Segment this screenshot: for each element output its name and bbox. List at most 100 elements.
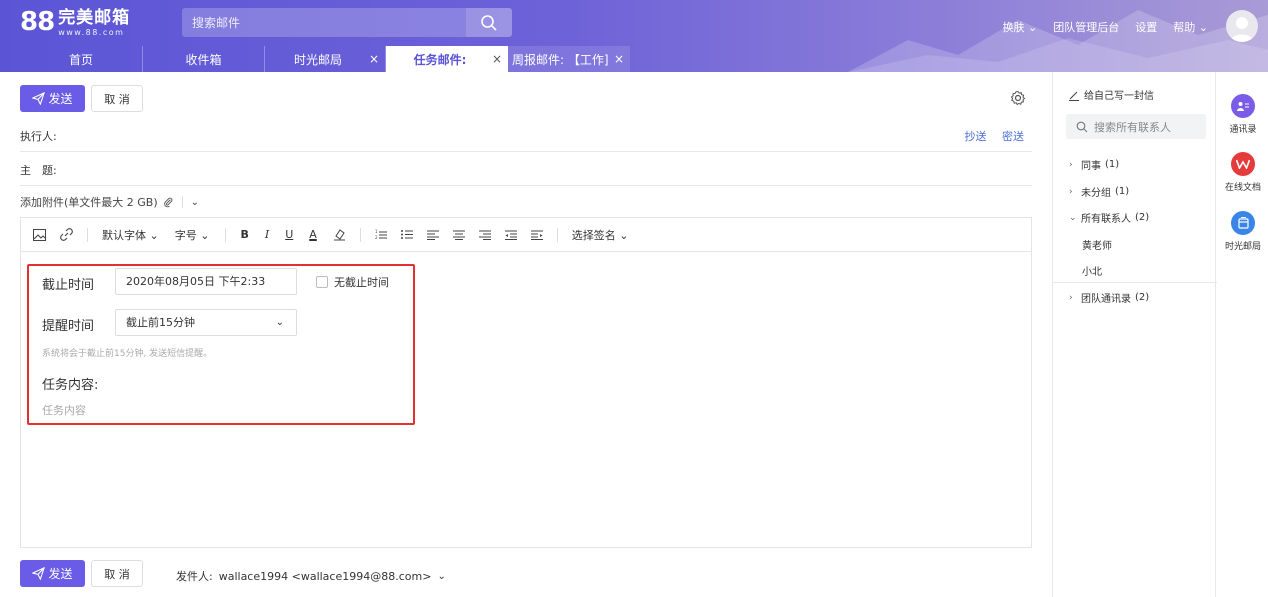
italic-button[interactable]: I bbox=[265, 228, 269, 241]
contact-group-all[interactable]: ⌄ 所有联系人 (2) bbox=[1069, 210, 1149, 225]
executor-label: 执行人: bbox=[20, 130, 57, 143]
no-deadline-checkbox[interactable]: 无截止时间 bbox=[316, 274, 389, 290]
font-color-button[interactable]: A bbox=[309, 228, 317, 241]
subject-row[interactable]: 主 题: bbox=[20, 162, 1032, 186]
chevron-right-icon: › bbox=[1069, 186, 1073, 197]
align-center-icon[interactable] bbox=[452, 227, 465, 243]
search-button[interactable] bbox=[466, 8, 512, 37]
tab-task-mail[interactable]: 任务邮件: × bbox=[386, 46, 508, 72]
paper-plane-icon bbox=[32, 567, 46, 580]
underline-button[interactable]: U bbox=[285, 228, 293, 241]
write-to-self-link[interactable]: 给自己写一封信 bbox=[1068, 87, 1154, 102]
cc-link[interactable]: 抄送 bbox=[965, 130, 987, 143]
indent-increase-icon[interactable] bbox=[530, 227, 543, 243]
chevron-right-icon: › bbox=[1069, 292, 1073, 303]
app-time-mailbox[interactable]: 时光邮局 bbox=[1218, 211, 1268, 252]
search-icon bbox=[1076, 121, 1088, 132]
contacts-panel: 给自己写一封信 搜索所有联系人 › 同事 (1) › 未分组 (1) ⌄ 所有联… bbox=[1052, 72, 1217, 597]
app-logo[interactable]: 88 完美邮箱 www.88.com bbox=[20, 8, 130, 37]
team-admin-link[interactable]: 团队管理后台 bbox=[1053, 19, 1119, 35]
settings-link[interactable]: 设置 bbox=[1135, 19, 1157, 35]
chevron-down-icon: ⌄ bbox=[437, 570, 446, 582]
task-content-label: 任务内容: bbox=[42, 378, 99, 393]
tab-inbox[interactable]: 收件箱 bbox=[143, 46, 265, 72]
contacts-icon bbox=[1231, 94, 1255, 118]
task-content-input[interactable]: 任务内容 bbox=[42, 402, 86, 418]
user-avatar[interactable] bbox=[1226, 10, 1258, 42]
tab-weekly-report[interactable]: 周报邮件: 【工作] × bbox=[508, 46, 630, 72]
task-settings-box: 截止时间 2020年08月05日 下午2:33 无截止时间 提醒时间 截止前15… bbox=[27, 264, 415, 425]
link-icon[interactable] bbox=[60, 227, 73, 243]
tab-time-mailbox[interactable]: 时光邮局 × bbox=[265, 46, 386, 72]
subject-label: 主 题: bbox=[20, 164, 57, 177]
contact-group-team[interactable]: › 团队通讯录 (2) bbox=[1069, 290, 1149, 305]
send-button-bottom[interactable]: 发送 bbox=[20, 560, 85, 587]
signature-select[interactable]: 选择签名 ⌄ bbox=[572, 227, 629, 243]
gear-icon[interactable] bbox=[1010, 90, 1026, 106]
svg-text:2: 2 bbox=[375, 235, 378, 240]
close-icon[interactable]: × bbox=[369, 52, 379, 66]
align-left-icon[interactable] bbox=[426, 227, 439, 243]
add-attachment-link[interactable]: 添加附件(单文件最大 2 GB) bbox=[20, 194, 158, 210]
app-online-docs[interactable]: 在线文档 bbox=[1218, 152, 1268, 193]
bold-button[interactable]: B bbox=[240, 228, 248, 241]
send-button[interactable]: 发送 bbox=[20, 85, 85, 112]
top-nav: 换肤 ⌄ 团队管理后台 设置 帮助 ⌄ bbox=[987, 19, 1208, 35]
skin-menu[interactable]: 换肤 ⌄ bbox=[1003, 19, 1038, 35]
attach-row: 添加附件(单文件最大 2 GB) ⌄ bbox=[20, 194, 199, 210]
app-header: 88 完美邮箱 www.88.com 换肤 ⌄ 团队管理后台 设置 帮助 ⌄ 首… bbox=[0, 0, 1268, 72]
toolbar-divider bbox=[359, 227, 361, 242]
chevron-down-icon[interactable]: ⌄ bbox=[191, 197, 199, 208]
app-contacts[interactable]: 通讯录 bbox=[1218, 94, 1268, 135]
bullet-list-icon[interactable] bbox=[400, 227, 413, 243]
chevron-down-icon: ⌄ bbox=[1069, 212, 1077, 223]
close-icon[interactable]: × bbox=[614, 52, 624, 66]
indent-decrease-icon[interactable] bbox=[504, 227, 517, 243]
contact-group-ungrouped[interactable]: › 未分组 (1) bbox=[1069, 184, 1129, 199]
executor-row[interactable]: 执行人: 抄送 密送 bbox=[20, 128, 1032, 152]
divider bbox=[181, 196, 183, 208]
contact-item[interactable]: 黄老师 bbox=[1082, 237, 1112, 252]
mail-search-input[interactable] bbox=[182, 8, 466, 37]
wps-icon bbox=[1231, 152, 1255, 176]
side-apps: 通讯录 在线文档 时光邮局 bbox=[1218, 72, 1268, 597]
font-size-select[interactable]: 字号 ⌄ bbox=[175, 227, 210, 243]
mail-search bbox=[182, 8, 512, 37]
pencil-icon bbox=[1069, 91, 1079, 101]
logo-url: www.88.com bbox=[58, 28, 125, 37]
search-icon bbox=[481, 14, 497, 31]
highlight-icon[interactable] bbox=[333, 227, 346, 243]
cancel-button[interactable]: 取 消 bbox=[91, 85, 143, 112]
help-menu[interactable]: 帮助 ⌄ bbox=[1173, 19, 1208, 35]
close-icon[interactable]: × bbox=[492, 52, 502, 66]
user-icon bbox=[1230, 17, 1254, 42]
logo-number: 88 bbox=[20, 7, 55, 37]
tab-home[interactable]: 首页 bbox=[20, 46, 143, 72]
cancel-button-bottom[interactable]: 取 消 bbox=[91, 560, 143, 587]
sender-select[interactable]: 发件人: wallace1994 <wallace1994@88.com> ⌄ bbox=[176, 568, 446, 584]
chevron-right-icon: › bbox=[1069, 159, 1073, 170]
logo-text: 完美邮箱 bbox=[58, 8, 131, 28]
mountain-background-icon bbox=[848, 10, 1268, 72]
deadline-input[interactable]: 2020年08月05日 下午2:33 bbox=[115, 268, 297, 295]
contact-group-colleagues[interactable]: › 同事 (1) bbox=[1069, 157, 1119, 172]
checkbox-icon bbox=[316, 276, 328, 288]
remind-hint: 系统将会于截止前15分钟, 发送短信提醒。 bbox=[42, 349, 213, 359]
align-right-icon[interactable] bbox=[478, 227, 491, 243]
contact-item[interactable]: 小北 bbox=[1082, 263, 1102, 278]
tab-bar: 首页 收件箱 时光邮局 × 任务邮件: × 周报邮件: 【工作] × bbox=[20, 46, 630, 72]
image-icon[interactable] bbox=[33, 227, 46, 243]
toolbar-divider bbox=[225, 227, 227, 242]
deadline-label: 截止时间 bbox=[42, 278, 95, 293]
contact-search-input[interactable]: 搜索所有联系人 bbox=[1066, 114, 1206, 139]
font-family-select[interactable]: 默认字体 ⌄ bbox=[102, 227, 159, 243]
svg-text:1: 1 bbox=[375, 229, 378, 234]
compose-area: 发送 取 消 执行人: 抄送 密送 主 题: 添加附件(单文件最大 2 GB) … bbox=[20, 72, 1032, 597]
bcc-link[interactable]: 密送 bbox=[1002, 130, 1024, 143]
paper-plane-icon bbox=[32, 92, 46, 105]
remind-select[interactable]: 截止前15分钟 ⌄ bbox=[115, 309, 297, 336]
toolbar-divider bbox=[87, 227, 88, 242]
ordered-list-icon[interactable]: 12 bbox=[375, 227, 387, 243]
editor-toolbar: 默认字体 ⌄ 字号 ⌄ B I U A 12 选择签名 ⌄ bbox=[21, 218, 1031, 252]
paperclip-icon[interactable] bbox=[163, 197, 174, 208]
